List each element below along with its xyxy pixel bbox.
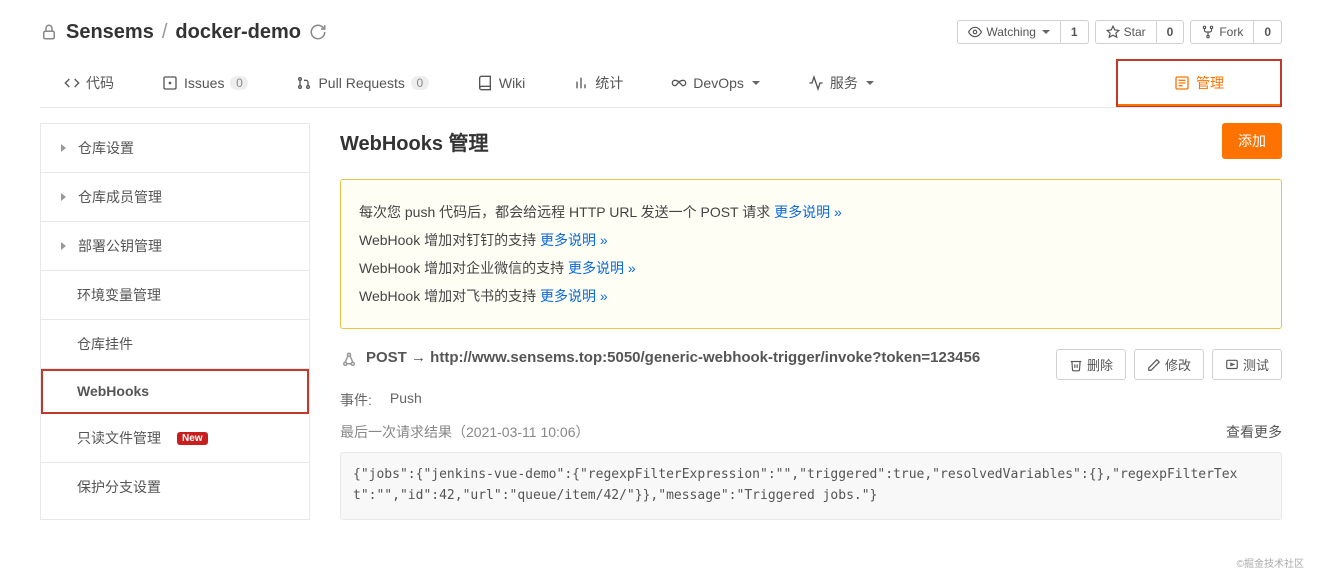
sidebar-item-repo-settings[interactable]: 仓库设置	[41, 124, 309, 173]
breadcrumb-separator: /	[162, 21, 168, 44]
page-title: WebHooks 管理	[340, 127, 489, 156]
webhook-url: POST → http://www.sensems.top:5050/gener…	[366, 349, 980, 366]
notice-line: WebHook 增加对企业微信的支持 更多说明 »	[359, 254, 1263, 282]
new-badge: New	[177, 432, 208, 445]
fork-button[interactable]: Fork	[1190, 20, 1254, 44]
repo-nav: 代码 Issues 0 Pull Requests 0 Wiki 统计 DevO…	[40, 59, 1282, 108]
stats-icon	[573, 75, 589, 91]
nav-wiki[interactable]: Wiki	[453, 59, 549, 107]
admin-icon	[1174, 75, 1190, 91]
sidebar: 仓库设置 仓库成员管理 部署公钥管理 环境变量管理 仓库挂件 WebHooks …	[40, 123, 310, 520]
play-icon	[1225, 358, 1239, 372]
notice-link[interactable]: 更多说明 »	[540, 232, 608, 248]
notice-line: WebHook 增加对钉钉的支持 更多说明 »	[359, 226, 1263, 254]
sidebar-item-branch-protect[interactable]: 保护分支设置	[41, 463, 309, 511]
fork-icon	[1201, 25, 1215, 39]
repo-link[interactable]: docker-demo	[175, 21, 301, 44]
last-request-row: 最后一次请求结果（2021-03-11 10:06） 查看更多	[340, 422, 1282, 442]
watermark: ©掘金技术社区	[1237, 555, 1304, 570]
notice-link[interactable]: 更多说明 »	[568, 260, 636, 276]
nav-service[interactable]: 服务	[784, 59, 898, 107]
star-icon	[1106, 25, 1120, 39]
notice-link[interactable]: 更多说明 »	[774, 204, 842, 220]
repo-header: Sensems / docker-demo Watching 1 Star 0	[40, 10, 1282, 59]
issues-count: 0	[230, 76, 248, 90]
watch-count[interactable]: 1	[1061, 20, 1089, 44]
notice-line: 每次您 push 代码后，都会给远程 HTTP URL 发送一个 POST 请求…	[359, 198, 1263, 226]
lock-icon	[40, 23, 58, 41]
nav-pulls[interactable]: Pull Requests 0	[272, 59, 452, 107]
watch-button[interactable]: Watching	[957, 20, 1061, 44]
issue-icon	[162, 75, 178, 91]
notice-link[interactable]: 更多说明 »	[540, 288, 608, 304]
star-count[interactable]: 0	[1157, 20, 1185, 44]
payload-box: {"jobs":{"jenkins-vue-demo":{"regexpFilt…	[340, 452, 1282, 520]
edit-button[interactable]: 修改	[1134, 349, 1204, 380]
webhook-item: POST → http://www.sensems.top:5050/gener…	[340, 349, 1282, 520]
main-content: WebHooks 管理 添加 每次您 push 代码后，都会给远程 HTTP U…	[340, 123, 1282, 520]
events-row: 事件: Push	[340, 390, 1282, 410]
owner-link[interactable]: Sensems	[66, 21, 154, 44]
sidebar-item-env[interactable]: 环境变量管理	[41, 271, 309, 320]
webhook-icon	[340, 351, 358, 369]
events-value: Push	[390, 390, 422, 410]
sidebar-item-deploy-keys[interactable]: 部署公钥管理	[41, 222, 309, 271]
header-actions: Watching 1 Star 0 Fork 0	[957, 20, 1282, 44]
fork-count[interactable]: 0	[1254, 20, 1282, 44]
pulse-icon	[808, 75, 824, 91]
notice-line: WebHook 增加对飞书的支持 更多说明 »	[359, 282, 1263, 310]
sidebar-item-members[interactable]: 仓库成员管理	[41, 173, 309, 222]
breadcrumb: Sensems / docker-demo	[40, 21, 327, 44]
add-webhook-button[interactable]: 添加	[1222, 123, 1282, 159]
nav-admin[interactable]: 管理	[1116, 59, 1282, 107]
sidebar-item-plugin[interactable]: 仓库挂件	[41, 320, 309, 369]
sidebar-item-readonly[interactable]: 只读文件管理New	[41, 414, 309, 463]
trash-icon	[1069, 358, 1083, 372]
pull-icon	[296, 75, 312, 91]
notice-box: 每次您 push 代码后，都会给远程 HTTP URL 发送一个 POST 请求…	[340, 179, 1282, 329]
code-icon	[64, 75, 80, 91]
view-more-link[interactable]: 查看更多	[1226, 422, 1282, 442]
test-button[interactable]: 测试	[1212, 349, 1282, 380]
star-button[interactable]: Star	[1095, 20, 1157, 44]
infinity-icon	[671, 75, 687, 91]
nav-code[interactable]: 代码	[40, 59, 138, 107]
delete-button[interactable]: 删除	[1056, 349, 1126, 380]
edit-icon	[1147, 358, 1161, 372]
nav-stats[interactable]: 统计	[549, 59, 647, 107]
sync-icon[interactable]	[309, 23, 327, 41]
nav-issues[interactable]: Issues 0	[138, 59, 272, 107]
eye-icon	[968, 25, 982, 39]
book-icon	[477, 75, 493, 91]
nav-devops[interactable]: DevOps	[647, 59, 784, 107]
pulls-count: 0	[411, 76, 429, 90]
sidebar-item-webhooks[interactable]: WebHooks	[41, 369, 309, 414]
